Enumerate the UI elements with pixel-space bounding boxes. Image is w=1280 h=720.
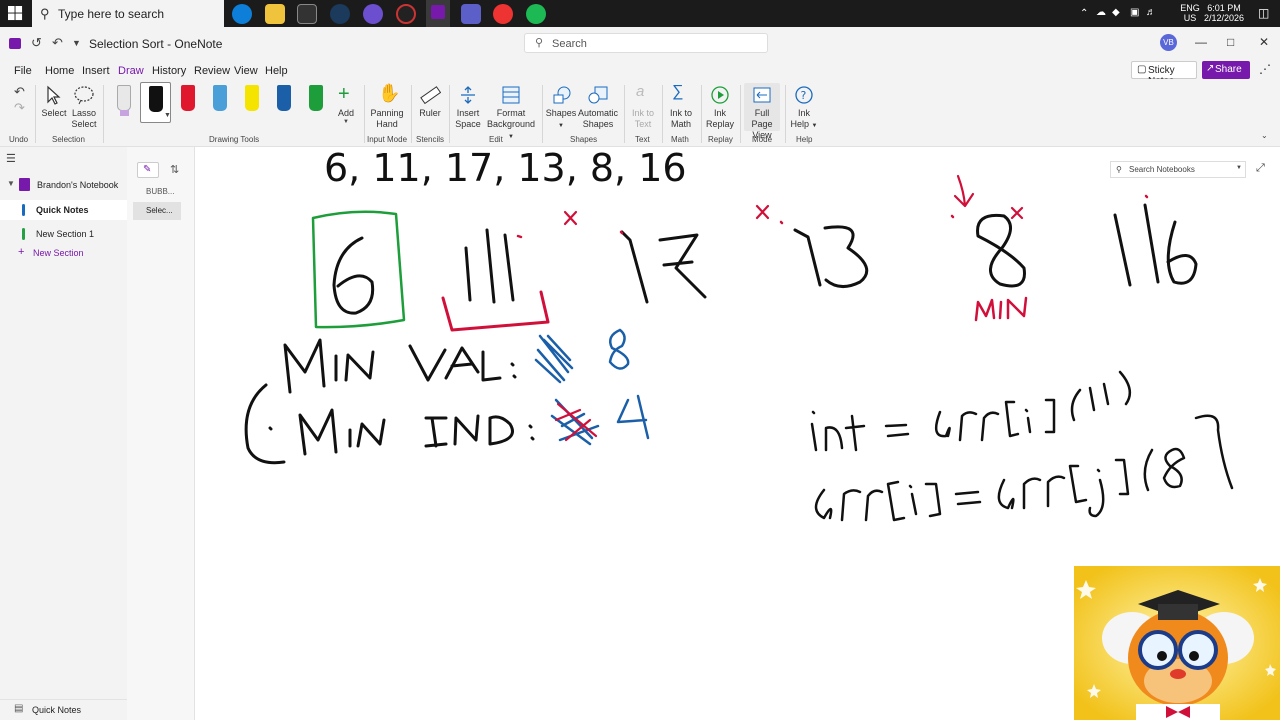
ink-digit-8: [976, 213, 1026, 288]
webcam-overlay: [1074, 566, 1280, 720]
ink-red-x: [755, 204, 770, 220]
ink-red-x: [563, 210, 578, 226]
ink-blue-8: [608, 328, 630, 370]
ink-blue-4: [616, 394, 650, 440]
ink-assign-line-2: [814, 414, 1234, 522]
ink-red-x: [1010, 206, 1024, 220]
ink-min-ind: [298, 408, 535, 456]
ink-green-box: [311, 210, 406, 329]
ink-red-arrow: [953, 174, 975, 208]
ink-number-17: [620, 230, 707, 304]
ink-min-val: [283, 338, 517, 394]
ink-number-13: [793, 225, 869, 288]
ink-number-16: [1113, 203, 1198, 287]
ink-digit-6: [332, 236, 375, 315]
ink-left-bracket: [244, 383, 286, 465]
ink-min-label: [974, 296, 1028, 322]
ink-red-bracket: [441, 290, 550, 332]
cartoon-cat-avatar: [1074, 566, 1280, 720]
ink-assign-line-1: [810, 370, 1132, 452]
ink-blue-scribble: [534, 334, 574, 384]
ink-number-11: [464, 228, 515, 304]
